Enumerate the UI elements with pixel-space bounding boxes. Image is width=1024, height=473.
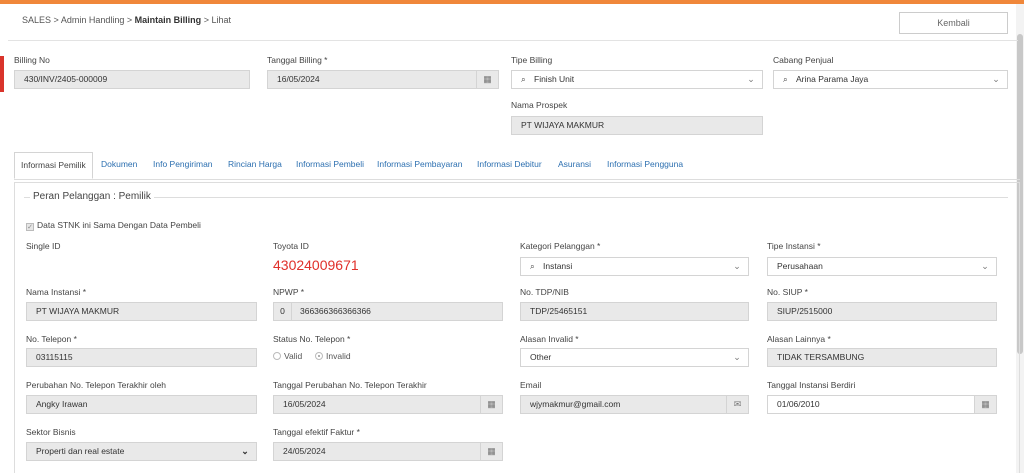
cabang-penjual-label: Cabang Penjual: [773, 55, 834, 65]
alasan-invalid-select[interactable]: Other ⌄: [520, 348, 749, 367]
tanggal-perubahan-field: 16/05/2024 ▦: [273, 395, 503, 414]
breadcrumb: SALES > Admin Handling > Maintain Billin…: [22, 15, 231, 25]
breadcrumb-separator: >: [203, 15, 209, 25]
radio-selected-icon: [315, 352, 323, 360]
breadcrumb-item-admin-handling[interactable]: Admin Handling: [61, 15, 125, 25]
sektor-bisnis-select[interactable]: Properti dan real estate ⌄: [26, 442, 257, 461]
alasan-invalid-label: Alasan Invalid *: [520, 334, 579, 344]
header-divider: [8, 40, 1018, 41]
tanggal-billing-label: Tanggal Billing *: [267, 55, 328, 65]
breadcrumb-item-sales[interactable]: SALES: [22, 15, 51, 25]
no-tdp-label: No. TDP/NIB: [520, 287, 569, 297]
no-telepon-label: No. Telepon *: [26, 334, 77, 344]
section-title: Peran Pelanggan : Pemilik: [30, 191, 154, 202]
no-tdp-field: TDP/25465151: [520, 302, 749, 321]
nama-prospek-field: PT WIJAYA MAKMUR: [511, 116, 763, 135]
tanggal-billing-field: 16/05/2024 ▦: [267, 70, 499, 89]
same-as-buyer-checkbox[interactable]: ✓ Data STNK ini Sama Dengan Data Pembeli: [26, 220, 201, 231]
search-icon: ⌕: [783, 74, 788, 84]
kategori-pelanggan-label: Kategori Pelanggan *: [520, 241, 601, 251]
breadcrumb-item-maintain-billing[interactable]: Maintain Billing: [135, 15, 202, 25]
no-siup-field: SIUP/2515000: [767, 302, 997, 321]
tipe-billing-label: Tipe Billing: [511, 55, 553, 65]
email-label: Email: [520, 380, 542, 390]
tab-informasi-pengguna[interactable]: Informasi Pengguna: [607, 152, 683, 179]
calendar-icon[interactable]: ▦: [480, 396, 502, 413]
alasan-lainnya-label: Alasan Lainnya *: [767, 334, 831, 344]
perubahan-oleh-label: Perubahan No. Telepon Terakhir oleh: [26, 380, 167, 390]
chevron-down-icon[interactable]: ⌄: [985, 71, 1007, 88]
nama-instansi-field: PT WIJAYA MAKMUR: [26, 302, 257, 321]
search-icon: ⌕: [530, 261, 535, 271]
no-telepon-field: 03115115: [26, 348, 257, 367]
billing-no-field: 430/INV/2405-000009: [14, 70, 250, 89]
calendar-icon[interactable]: ▦: [480, 443, 502, 460]
left-accent-mark: [0, 56, 4, 92]
tab-informasi-pembayaran[interactable]: Informasi Pembayaran: [377, 152, 463, 179]
tab-asuransi[interactable]: Asuransi: [558, 152, 591, 179]
email-field: wjymakmur@gmail.com ✉: [520, 395, 749, 414]
breadcrumb-item-lihat: Lihat: [211, 15, 231, 25]
toyota-id-value: 43024009671: [273, 257, 359, 273]
tab-dokumen[interactable]: Dokumen: [101, 152, 137, 179]
tanggal-instansi-label: Tanggal Instansi Berdiri: [767, 380, 856, 390]
calendar-icon[interactable]: ▦: [974, 396, 996, 413]
radio-icon: [273, 352, 281, 360]
tipe-billing-select[interactable]: ⌕ Finish Unit ⌄: [511, 70, 763, 89]
npwp-field: 0 366366366366366: [273, 302, 503, 321]
status-invalid-radio[interactable]: Invalid: [315, 351, 351, 361]
section-rule: [24, 197, 1008, 198]
tab-informasi-pemilik[interactable]: Informasi Pemilik: [14, 152, 93, 179]
cabang-penjual-select[interactable]: ⌕ Arina Parama Jaya ⌄: [773, 70, 1008, 89]
tab-informasi-pembeli[interactable]: Informasi Pembeli: [296, 152, 364, 179]
chevron-down-icon[interactable]: ⌄: [234, 443, 256, 460]
toyota-id-label: Toyota ID: [273, 241, 309, 251]
breadcrumb-separator: >: [126, 15, 133, 25]
breadcrumb-separator: >: [53, 15, 59, 25]
billing-no-label: Billing No: [14, 55, 50, 65]
chevron-down-icon[interactable]: ⌄: [740, 71, 762, 88]
perubahan-oleh-field: Angky Irawan: [26, 395, 257, 414]
chevron-down-icon[interactable]: ⌄: [726, 349, 748, 366]
npwp-prefix: 0: [274, 303, 292, 320]
nama-instansi-label: Nama Instansi *: [26, 287, 86, 297]
status-valid-radio[interactable]: Valid: [273, 351, 302, 361]
tipe-instansi-select[interactable]: Perusahaan ⌄: [767, 257, 997, 276]
tipe-instansi-label: Tipe Instansi *: [767, 241, 821, 251]
tab-rincian-harga[interactable]: Rincian Harga: [228, 152, 282, 179]
tanggal-efektif-label: Tanggal efektif Faktur *: [273, 427, 360, 437]
tanggal-instansi-field[interactable]: 01/06/2010 ▦: [767, 395, 997, 414]
no-siup-label: No. SIUP *: [767, 287, 808, 297]
chevron-down-icon[interactable]: ⌄: [974, 258, 996, 275]
npwp-label: NPWP *: [273, 287, 305, 297]
tabs-underline: [14, 179, 1020, 180]
email-icon: ✉: [726, 396, 748, 413]
calendar-icon[interactable]: ▦: [476, 71, 498, 88]
tab-informasi-debitur[interactable]: Informasi Debitur: [477, 152, 542, 179]
tanggal-perubahan-label: Tanggal Perubahan No. Telepon Terakhir: [273, 380, 427, 390]
kategori-pelanggan-select[interactable]: ⌕ Instansi ⌄: [520, 257, 749, 276]
search-icon: ⌕: [521, 74, 526, 84]
alasan-lainnya-field: TIDAK TERSAMBUNG: [767, 348, 997, 367]
tab-info-pengiriman[interactable]: Info Pengiriman: [153, 152, 213, 179]
top-accent-bar: [0, 0, 1024, 4]
single-id-label: Single ID: [26, 241, 61, 251]
status-telepon-label: Status No. Telepon *: [273, 334, 351, 344]
chevron-down-icon[interactable]: ⌄: [726, 258, 748, 275]
check-icon: ✓: [26, 223, 34, 231]
sektor-bisnis-label: Sektor Bisnis: [26, 427, 76, 437]
back-button[interactable]: Kembali: [899, 12, 1008, 34]
tanggal-efektif-field: 24/05/2024 ▦: [273, 442, 503, 461]
nama-prospek-label: Nama Prospek: [511, 100, 568, 110]
